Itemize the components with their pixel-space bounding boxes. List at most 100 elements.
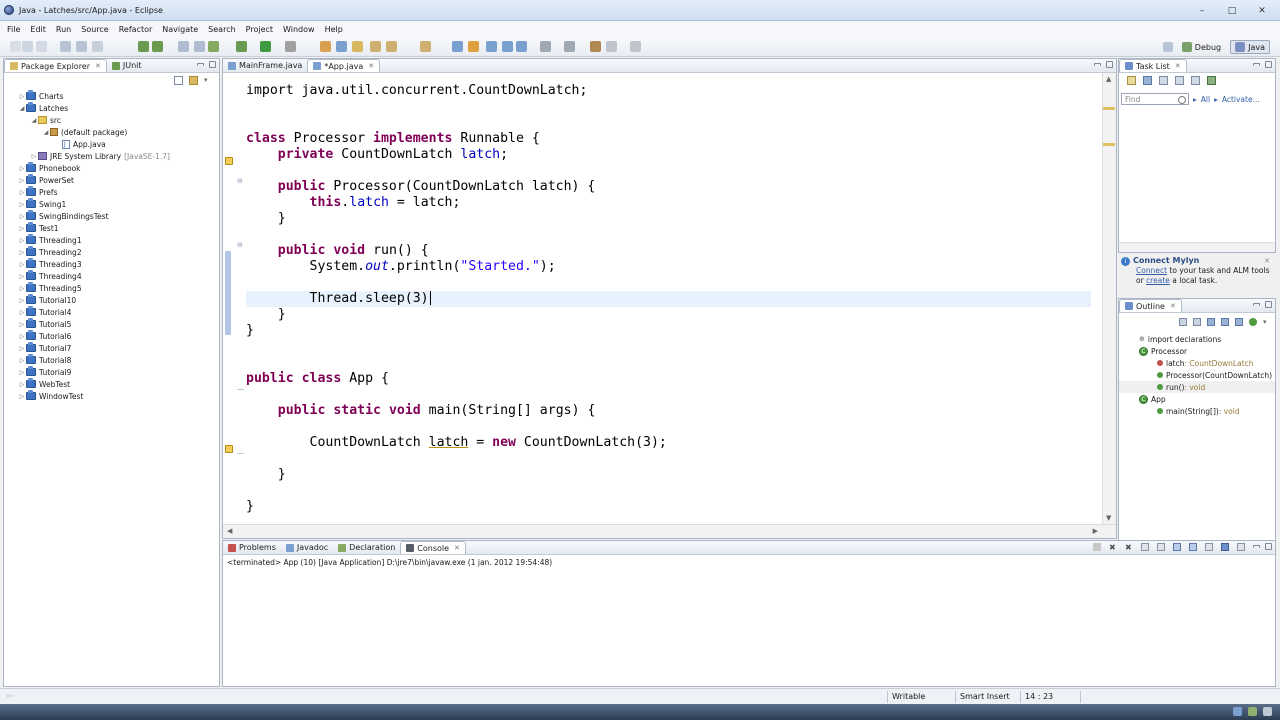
code-line[interactable]: import java.util.concurrent.CountDownLat…	[246, 83, 1091, 99]
code-line[interactable]	[246, 115, 1091, 131]
outline-item-run[interactable]: run() : void	[1119, 381, 1275, 393]
new-task-icon[interactable]	[1127, 76, 1136, 85]
tab-javadoc[interactable]: Javadoc	[281, 541, 333, 554]
open-perspective-icon[interactable]	[1162, 42, 1173, 52]
tree-item-tutorial9[interactable]: ▷ Tutorial9	[4, 366, 219, 378]
hide-static-icon[interactable]	[1221, 318, 1229, 326]
close-tab-icon[interactable]: ✕	[454, 544, 460, 552]
tree-item-windowtest[interactable]: ▷ WindowTest	[4, 390, 219, 402]
code-line[interactable]	[246, 227, 1091, 243]
toggle-mark-icon[interactable]	[452, 41, 463, 52]
tree-item-prefs[interactable]: ▷ Prefs	[4, 186, 219, 198]
expand-icon[interactable]: ▷	[18, 237, 26, 244]
debug-icon[interactable]	[236, 41, 247, 52]
new-menu-icon[interactable]	[22, 41, 33, 52]
tab-package-explorer[interactable]: Package Explorer ✕	[4, 59, 107, 72]
code-area[interactable]: import java.util.concurrent.CountDownLat…	[246, 83, 1091, 515]
code-line[interactable]	[246, 451, 1091, 467]
tree-item-tutorial7[interactable]: ▷ Tutorial7	[4, 342, 219, 354]
code-line[interactable]	[246, 419, 1091, 435]
code-line[interactable]: Thread.sleep(3)	[246, 291, 1091, 307]
close-tab-icon[interactable]: ✕	[95, 62, 101, 70]
block-selection-icon[interactable]	[502, 41, 513, 52]
remove-launch-icon[interactable]: ✖	[1109, 543, 1117, 552]
tree-item-webtest[interactable]: ▷ WebTest	[4, 378, 219, 390]
fast-view-icon[interactable]: ◦·	[6, 692, 13, 701]
overview-marker[interactable]	[1103, 143, 1115, 146]
close-tab-icon[interactable]: ✕	[1175, 62, 1181, 70]
tree-item-tutorial10[interactable]: ▷ Tutorial10	[4, 294, 219, 306]
tab-task-list[interactable]: Task List ✕	[1119, 59, 1187, 72]
code-line[interactable]	[246, 387, 1091, 403]
expand-icon[interactable]: ▷	[18, 357, 26, 364]
tab-declaration[interactable]: Declaration	[333, 541, 400, 554]
code-line[interactable]: }	[246, 467, 1091, 483]
expand-icon[interactable]: ▷	[18, 249, 26, 256]
maximize-icon[interactable]: □	[1222, 6, 1242, 17]
last-edit-icon[interactable]	[590, 41, 601, 52]
maximize-view-icon[interactable]	[1265, 61, 1272, 68]
expand-icon[interactable]: ▷	[30, 153, 38, 160]
editor-horizontal-scrollbar[interactable]: ◀ ▶	[223, 524, 1116, 538]
code-line[interactable]: private CountDownLatch latch;	[246, 147, 1091, 163]
run-icon[interactable]	[260, 41, 271, 52]
expand-icon[interactable]: ▷	[18, 189, 26, 196]
menu-search[interactable]: Search	[203, 25, 240, 34]
menu-navigate[interactable]: Navigate	[157, 25, 203, 34]
tree-item-threading5[interactable]: ▷ Threading5	[4, 282, 219, 294]
tree-item-latches[interactable]: ◢ Latches	[4, 102, 219, 114]
outline-item-processor-countdownlatch[interactable]: Processor(CountDownLatch)	[1119, 369, 1275, 381]
open-perspective-icon[interactable]	[352, 41, 363, 52]
search-file-icon[interactable]	[386, 41, 397, 52]
perspective-java[interactable]: Java	[1230, 40, 1270, 54]
tree-item-phonebook[interactable]: ▷ Phonebook	[4, 162, 219, 174]
maximize-view-icon[interactable]	[1265, 301, 1272, 308]
tree-item-threading4[interactable]: ▷ Threading4	[4, 270, 219, 282]
link-with-editor-icon[interactable]	[189, 76, 198, 85]
outline-item-latch[interactable]: latch : CountDownLatch	[1119, 357, 1275, 369]
menu-file[interactable]: File	[2, 25, 25, 34]
tree-item-src[interactable]: ◢ src	[4, 114, 219, 126]
tree-item-test1[interactable]: ▷ Test1	[4, 222, 219, 234]
fold-icon[interactable]: ⊖	[237, 241, 246, 249]
print-icon[interactable]	[92, 41, 103, 52]
code-line[interactable]	[246, 275, 1091, 291]
code-line[interactable]: public void run() {	[246, 243, 1091, 259]
tray-icon[interactable]	[1263, 707, 1272, 716]
next-annotation-icon[interactable]	[540, 41, 551, 52]
code-line[interactable]: }	[246, 307, 1091, 323]
scroll-down-icon[interactable]: ▼	[1106, 514, 1111, 522]
outline-item-import-declarations[interactable]: ⊕ import declarations	[1119, 333, 1275, 345]
code-line[interactable]: CountDownLatch latch = new CountDownLatc…	[246, 435, 1091, 451]
code-line[interactable]	[246, 163, 1091, 179]
remove-all-icon[interactable]: ✖	[1125, 543, 1133, 552]
tree-item-default-package[interactable]: ◢ (default package)	[4, 126, 219, 138]
open-task-icon[interactable]	[152, 41, 163, 52]
tree-item-threading3[interactable]: ▷ Threading3	[4, 258, 219, 270]
menu-refactor[interactable]: Refactor	[114, 25, 158, 34]
tab-outline[interactable]: Outline ✕	[1119, 299, 1182, 312]
collapse-all-icon[interactable]	[1179, 318, 1187, 326]
code-line[interactable]: this.latch = latch;	[246, 195, 1091, 211]
expand-icon[interactable]: ▷	[18, 261, 26, 268]
collapse-all-icon[interactable]	[174, 76, 183, 85]
tree-item-tutorial5[interactable]: ▷ Tutorial5	[4, 318, 219, 330]
toggle-breadcrumb-icon[interactable]	[516, 41, 527, 52]
find-input[interactable]: Find	[1121, 93, 1189, 105]
outline-item-main-string[interactable]: main(String[]) : void	[1119, 405, 1275, 417]
open-console-icon[interactable]	[1237, 543, 1245, 551]
code-line[interactable]: System.out.println("Started.");	[246, 259, 1091, 275]
build-icon[interactable]	[320, 41, 331, 52]
fold-icon[interactable]: —	[237, 385, 246, 393]
minimize-editor-icon[interactable]	[1094, 63, 1101, 66]
external-tools-icon[interactable]	[285, 41, 296, 52]
menu-window[interactable]: Window	[278, 25, 320, 34]
save-all-icon[interactable]	[76, 41, 87, 52]
hide-non-public-icon[interactable]	[1235, 318, 1243, 326]
forward-icon[interactable]	[630, 41, 641, 52]
minimize-view-icon[interactable]	[1253, 545, 1260, 548]
menu-project[interactable]: Project	[241, 25, 278, 34]
menu-source[interactable]: Source	[76, 25, 113, 34]
tab-mainframe-java[interactable]: MainFrame.java	[223, 59, 307, 72]
code-line[interactable]: }	[246, 323, 1091, 339]
